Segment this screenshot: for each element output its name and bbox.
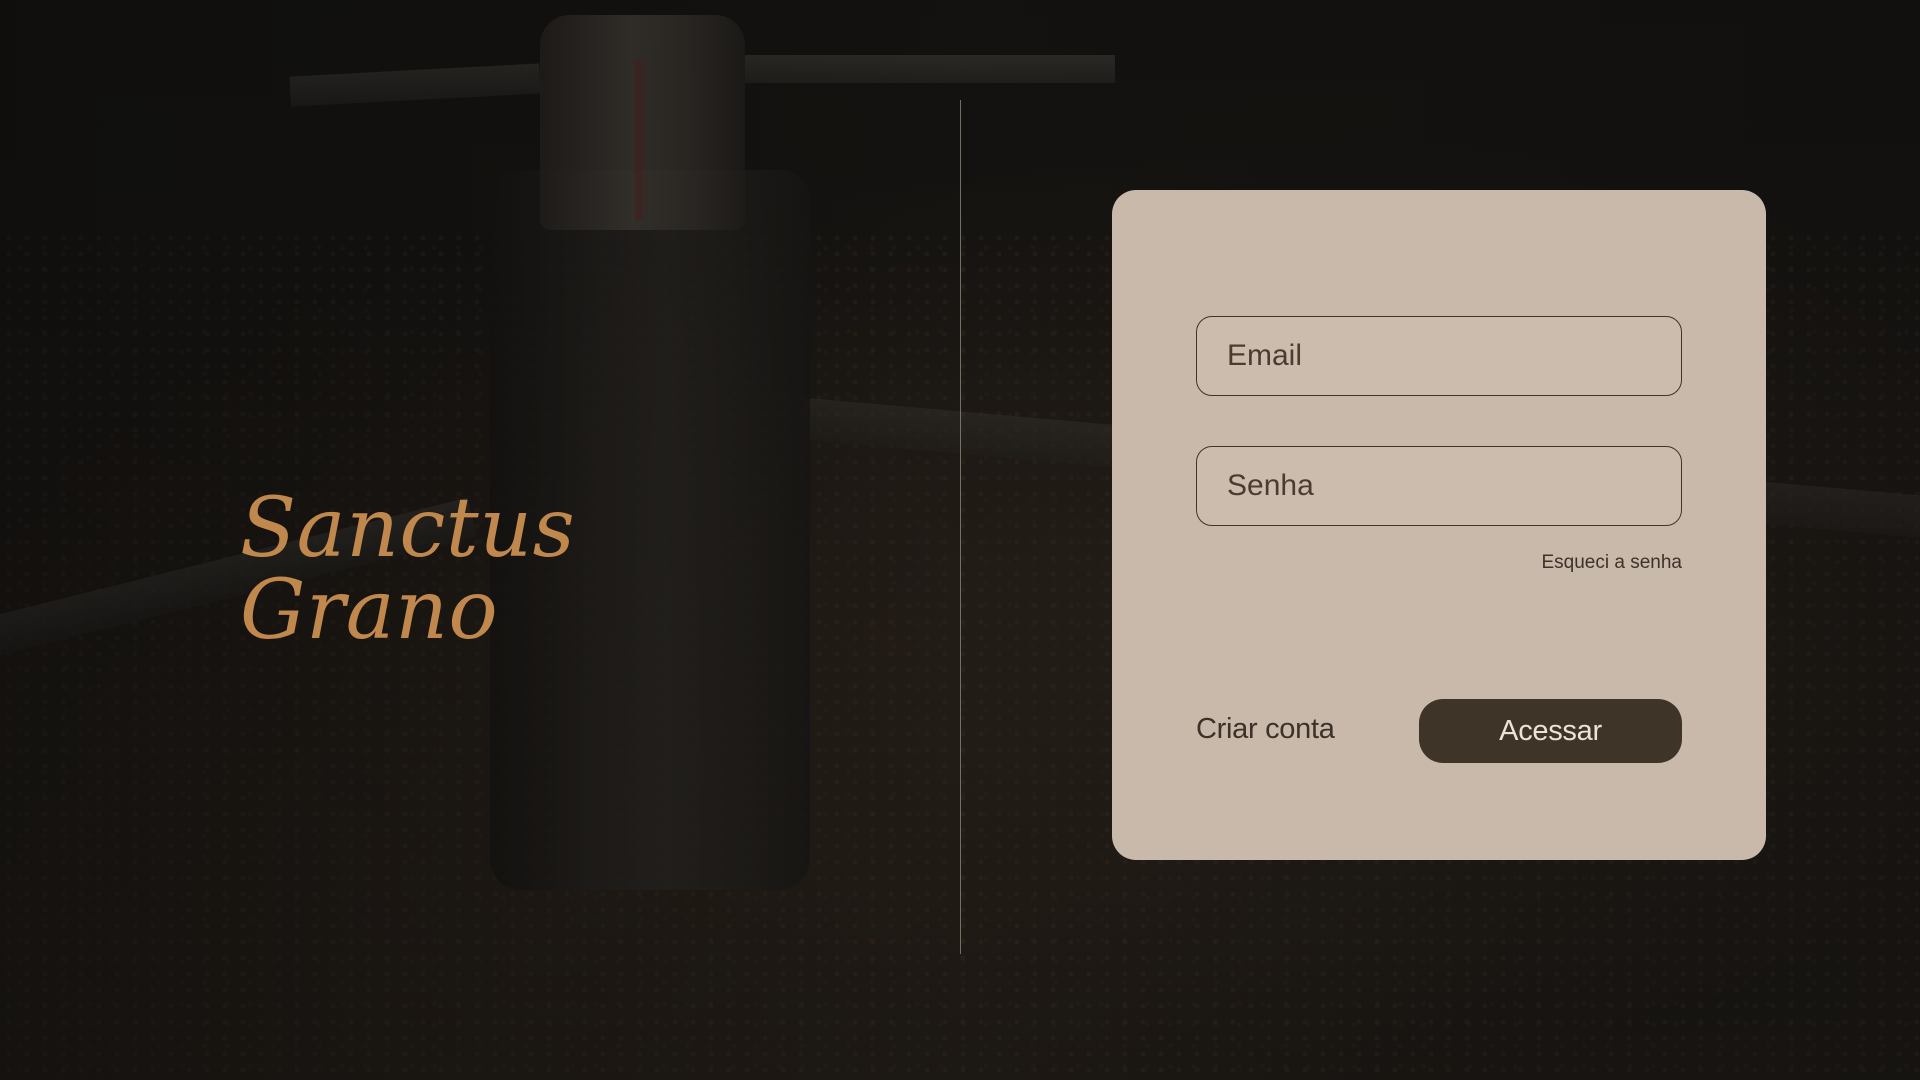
password-field[interactable]: [1196, 446, 1682, 526]
email-field[interactable]: [1196, 316, 1682, 396]
create-account-link[interactable]: Criar conta: [1196, 713, 1335, 746]
vertical-divider: [960, 100, 961, 954]
login-card: Esqueci a senha Criar conta Acessar: [1112, 190, 1766, 860]
forgot-password-link[interactable]: Esqueci a senha: [1542, 552, 1683, 574]
login-button[interactable]: Acessar: [1419, 699, 1682, 763]
brand-logo-text: Sanctus Grano: [240, 481, 576, 658]
login-page: Sanctus Grano Esqueci a senha Criar cont…: [0, 0, 1920, 1080]
